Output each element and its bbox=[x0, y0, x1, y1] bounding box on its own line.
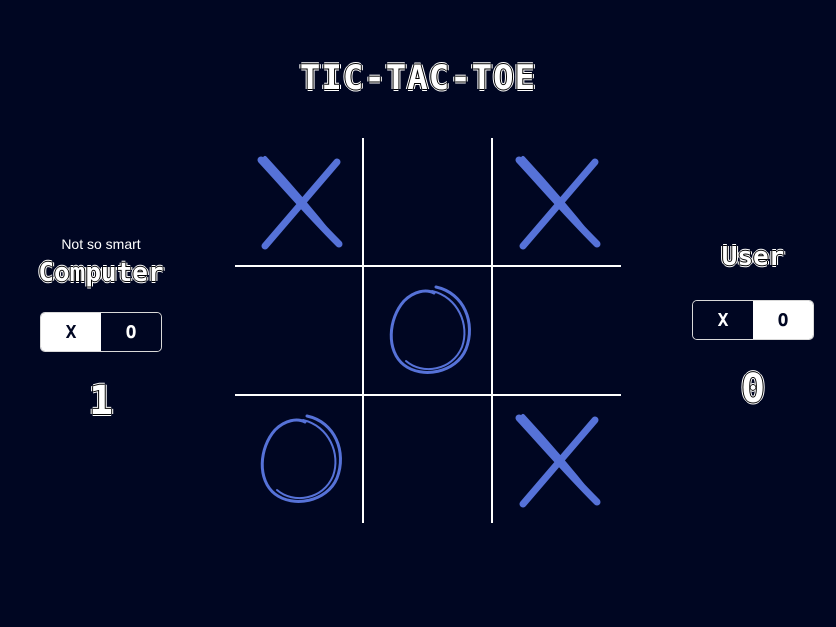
board-cell-5[interactable] bbox=[364, 267, 492, 395]
user-name: User bbox=[721, 242, 785, 272]
computer-panel: Not so smart Computer X O 1 bbox=[6, 236, 196, 424]
user-option-o[interactable]: O bbox=[753, 301, 813, 339]
board-cell-1[interactable] bbox=[235, 138, 363, 266]
user-option-x[interactable]: X bbox=[693, 301, 753, 339]
computer-option-o[interactable]: O bbox=[101, 313, 161, 351]
game-title: TIC-TAC-TOE bbox=[299, 58, 537, 98]
board-cell-3[interactable] bbox=[493, 138, 621, 266]
user-score: 0 bbox=[740, 366, 766, 412]
x-mark-icon bbox=[257, 156, 343, 250]
board-cell-4[interactable] bbox=[235, 267, 363, 395]
board-cell-7[interactable] bbox=[235, 396, 363, 524]
board-cell-2[interactable] bbox=[364, 138, 492, 266]
computer-name: Computer bbox=[38, 258, 164, 288]
o-mark-icon bbox=[389, 285, 471, 374]
board-cell-6[interactable] bbox=[493, 267, 621, 395]
o-mark-icon bbox=[260, 414, 342, 503]
computer-subtitle: Not so smart bbox=[61, 236, 141, 252]
board-cell-8[interactable] bbox=[364, 396, 492, 524]
game-board bbox=[235, 138, 621, 523]
user-panel: User X O 0 bbox=[658, 242, 836, 412]
x-mark-icon bbox=[515, 156, 601, 250]
computer-option-x[interactable]: X bbox=[41, 313, 101, 351]
x-mark-icon bbox=[515, 414, 601, 508]
user-symbol-toggle[interactable]: X O bbox=[692, 300, 814, 340]
board-cell-9[interactable] bbox=[493, 396, 621, 524]
computer-score: 1 bbox=[88, 378, 114, 424]
computer-symbol-toggle[interactable]: X O bbox=[40, 312, 162, 352]
